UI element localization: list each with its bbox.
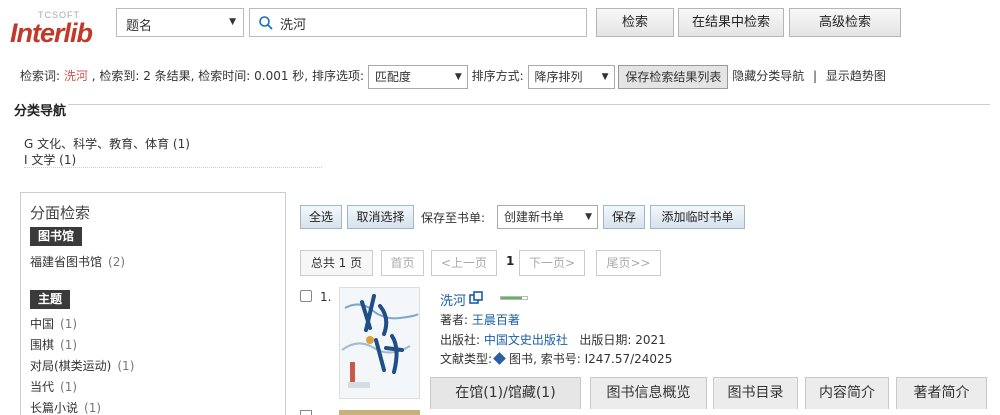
result-author-line: 著者: 王晨百著 <box>440 311 520 328</box>
book-cover-image[interactable] <box>339 287 420 399</box>
facet-topic-item[interactable]: 对局(棋类运动) (1) <box>30 357 134 374</box>
deselect-button[interactable]: 取消选择 <box>347 205 414 229</box>
result-title-link[interactable]: 洗河 <box>440 290 466 309</box>
divider <box>24 167 322 168</box>
pager-next-button[interactable]: 下一页> <box>519 250 585 276</box>
save-result-list-button[interactable]: 保存检索结果列表 <box>618 64 729 89</box>
author-link[interactable]: 王晨百著 <box>472 313 520 327</box>
search-input[interactable] <box>280 13 580 33</box>
save-booklist-button[interactable]: 保存 <box>603 205 645 229</box>
facet-topic-label: 主题 <box>30 290 71 309</box>
tab-holdings[interactable]: 在馆(1)/馆藏(1) <box>430 377 581 409</box>
book-cover-image[interactable] <box>339 410 420 415</box>
facet-item-name: 中国 <box>30 317 55 331</box>
chevron-down-icon: ▼ <box>229 17 236 27</box>
pager-prev-button[interactable]: <上一页 <box>431 250 497 276</box>
date-value: 2021 <box>635 333 666 347</box>
interlib-logo[interactable]: TCSOFT Interlib <box>8 8 108 48</box>
callno-value: I247.57/24025 <box>584 352 673 366</box>
booklist-select[interactable]: 创建新书单 ▼ <box>497 205 598 229</box>
select-all-button[interactable]: 全选 <box>300 205 342 229</box>
type-label: 文献类型: <box>440 352 493 366</box>
facet-item-count: (1) <box>60 338 78 352</box>
facet-item-name: 对局(棋类运动) <box>30 359 112 373</box>
tab-summary[interactable]: 内容简介 <box>805 377 889 409</box>
date-label: 出版日期: <box>579 333 632 347</box>
category-nav-title: 分类导航 <box>12 100 69 119</box>
pager-first-button[interactable]: 首页 <box>381 250 424 276</box>
facet-topic-item[interactable]: 中国 (1) <box>30 315 77 332</box>
hide-category-nav-link[interactable]: 隐藏分类导航 <box>732 69 804 83</box>
pager-total: 总共 1 页 <box>300 250 373 276</box>
sort-direction-value: 降序排列 <box>534 69 583 84</box>
availability-bar-fill <box>501 297 522 299</box>
book-cover-art <box>340 288 419 398</box>
result-checkbox[interactable] <box>300 290 312 302</box>
tab-book-contents[interactable]: 图书目录 <box>713 377 798 409</box>
keyword-label: 检索词: <box>20 69 61 83</box>
booklist-select-value: 创建新书单 <box>504 210 565 224</box>
sort-direction-select[interactable]: 降序排列 ▼ <box>527 64 615 89</box>
sort-direction-label: 排序方式: <box>471 69 524 83</box>
pager-last-button[interactable]: 尾页>> <box>596 250 661 276</box>
search-icon <box>259 16 273 30</box>
publisher-label: 出版社: <box>440 333 481 347</box>
chevron-down-icon: ▼ <box>585 212 592 222</box>
sort-option-value: 匹配度 <box>374 69 411 84</box>
facet-panel: 分面检索 图书馆 福建省图书馆 (2) 主题 中国 (1) 围棋 (1) 对局(棋类运… <box>20 192 286 415</box>
search-field-value: 题名 <box>126 19 153 34</box>
search-box[interactable] <box>249 8 587 37</box>
facet-topic-item[interactable]: 围棋 (1) <box>30 336 77 353</box>
result-checkbox[interactable] <box>300 410 312 415</box>
facet-item-count: (1) <box>60 380 78 394</box>
facet-topic-item[interactable]: 当代 (1) <box>30 378 77 395</box>
facet-item-count: (1) <box>84 401 102 415</box>
facet-item-name: 长篇小说 <box>30 401 79 415</box>
category-item[interactable]: I 文学 (1) <box>24 151 76 168</box>
facet-library-item[interactable]: 福建省图书馆 (2) <box>30 253 125 270</box>
facet-item-count: (2) <box>108 255 126 269</box>
facet-item-count: (1) <box>60 317 78 331</box>
facet-topic-item[interactable]: 长篇小说 (1) <box>30 399 101 415</box>
category-item[interactable]: G 文化、科学、教育、体育 (1) <box>24 135 190 152</box>
tab-book-overview[interactable]: 图书信息概览 <box>590 377 707 409</box>
chevron-down-icon: ▼ <box>454 71 462 82</box>
pager-current-page: 1 <box>506 254 515 268</box>
availability-bar <box>500 296 528 300</box>
result-type-line: 文献类型: 图书, 索书号: I247.57/24025 <box>440 350 672 367</box>
add-temp-booklist-button[interactable]: 添加临时书单 <box>650 205 745 229</box>
result-summary: , 检索到: 2 条结果, 检索时间: 0.001 秒, 排序选项: <box>91 69 364 83</box>
type-value: 图书 <box>509 352 534 366</box>
book-type-icon <box>493 352 506 365</box>
result-number: 1. <box>320 290 332 304</box>
logo-text: Interlib <box>10 18 93 48</box>
publisher-link[interactable]: 中国文史出版社 <box>484 333 568 347</box>
advanced-search-button[interactable]: 高级检索 <box>789 8 901 37</box>
callno-label: , 索书号: <box>533 352 581 366</box>
copy-link-icon[interactable] <box>469 291 483 305</box>
tab-author-intro[interactable]: 著者简介 <box>896 377 987 409</box>
search-in-results-button[interactable]: 在结果中检索 <box>678 8 784 37</box>
search-button[interactable]: 检索 <box>596 8 674 37</box>
search-info-bar: 检索词: 洗河 , 检索到: 2 条结果, 检索时间: 0.001 秒, 排序选… <box>20 64 886 90</box>
author-label: 著者: <box>440 313 469 327</box>
show-trend-link[interactable]: 显示趋势图 <box>826 69 886 83</box>
chevron-down-icon: ▼ <box>601 71 609 82</box>
separator: | <box>813 69 818 83</box>
sort-option-select[interactable]: 匹配度 ▼ <box>367 64 468 89</box>
facet-item-name: 围棋 <box>30 338 55 352</box>
search-field-select[interactable]: 题名 ▼ <box>116 8 244 37</box>
facet-item-count: (1) <box>117 359 135 373</box>
facet-library-label: 图书馆 <box>30 227 83 246</box>
result-publisher-line: 出版社: 中国文史出版社 出版日期: 2021 <box>440 331 666 348</box>
facet-item-name: 福建省图书馆 <box>30 255 103 269</box>
keyword-value: 洗河 <box>63 69 88 83</box>
facet-item-name: 当代 <box>30 380 55 394</box>
save-to-label: 保存至书单: <box>421 211 486 225</box>
facet-title: 分面检索 <box>30 204 91 222</box>
